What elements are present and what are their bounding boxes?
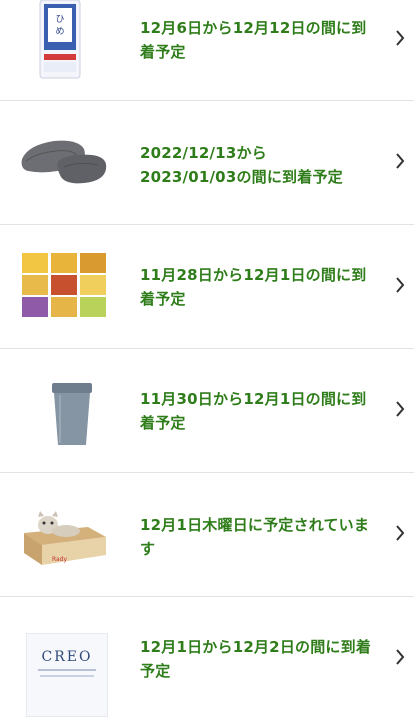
svg-text:Rady: Rady (52, 556, 68, 563)
order-row[interactable]: 2022/12/13から 2023/01/03の間に到着予定 (0, 101, 414, 225)
order-list: ひ め 12月6日から12月12日の間に到着予定 2022/12/13から 20… (0, 0, 414, 717)
order-row[interactable]: Rady 12月1日木曜日に予定されています (0, 473, 414, 597)
chevron-right-icon (395, 401, 405, 417)
creo-product-box-image: CREO (26, 633, 108, 717)
chevron-right-icon (395, 649, 405, 665)
delivery-estimate: 11月30日から12月1日の間に到着予定 (140, 390, 367, 432)
order-row[interactable]: CREO 12月1日から12月2日の間に到着予定 (0, 597, 414, 717)
gray-trash-bin-image (46, 383, 98, 447)
svg-text:ひ: ひ (55, 14, 64, 25)
soup-box-assortment-image (22, 253, 106, 317)
svg-text:め: め (55, 26, 64, 37)
chevron-right-icon (395, 30, 405, 46)
cat-scratcher-box-image: Rady (22, 507, 108, 567)
chevron-right-icon (395, 153, 405, 169)
chevron-right-icon (395, 277, 405, 293)
order-row[interactable]: 11月30日から12月1日の間に到着予定 (0, 349, 414, 473)
delivery-estimate: 2022/12/13から 2023/01/03の間に到着予定 (140, 144, 343, 186)
svg-text:CREO: CREO (42, 649, 93, 665)
delivery-estimate: 12月1日から12月2日の間に到着予定 (140, 638, 372, 680)
rice-bag-image: ひ め (30, 0, 90, 80)
chevron-right-icon (395, 525, 405, 541)
delivery-estimate: 12月1日木曜日に予定されています (140, 516, 370, 558)
delivery-estimate: 11月28日から12月1日の間に到着予定 (140, 266, 367, 308)
gray-slippers-image (18, 131, 110, 211)
order-row[interactable]: 11月28日から12月1日の間に到着予定 (0, 225, 414, 349)
delivery-estimate: 12月6日から12月12日の間に到着予定 (140, 19, 367, 61)
order-row[interactable]: ひ め 12月6日から12月12日の間に到着予定 (0, 0, 414, 101)
